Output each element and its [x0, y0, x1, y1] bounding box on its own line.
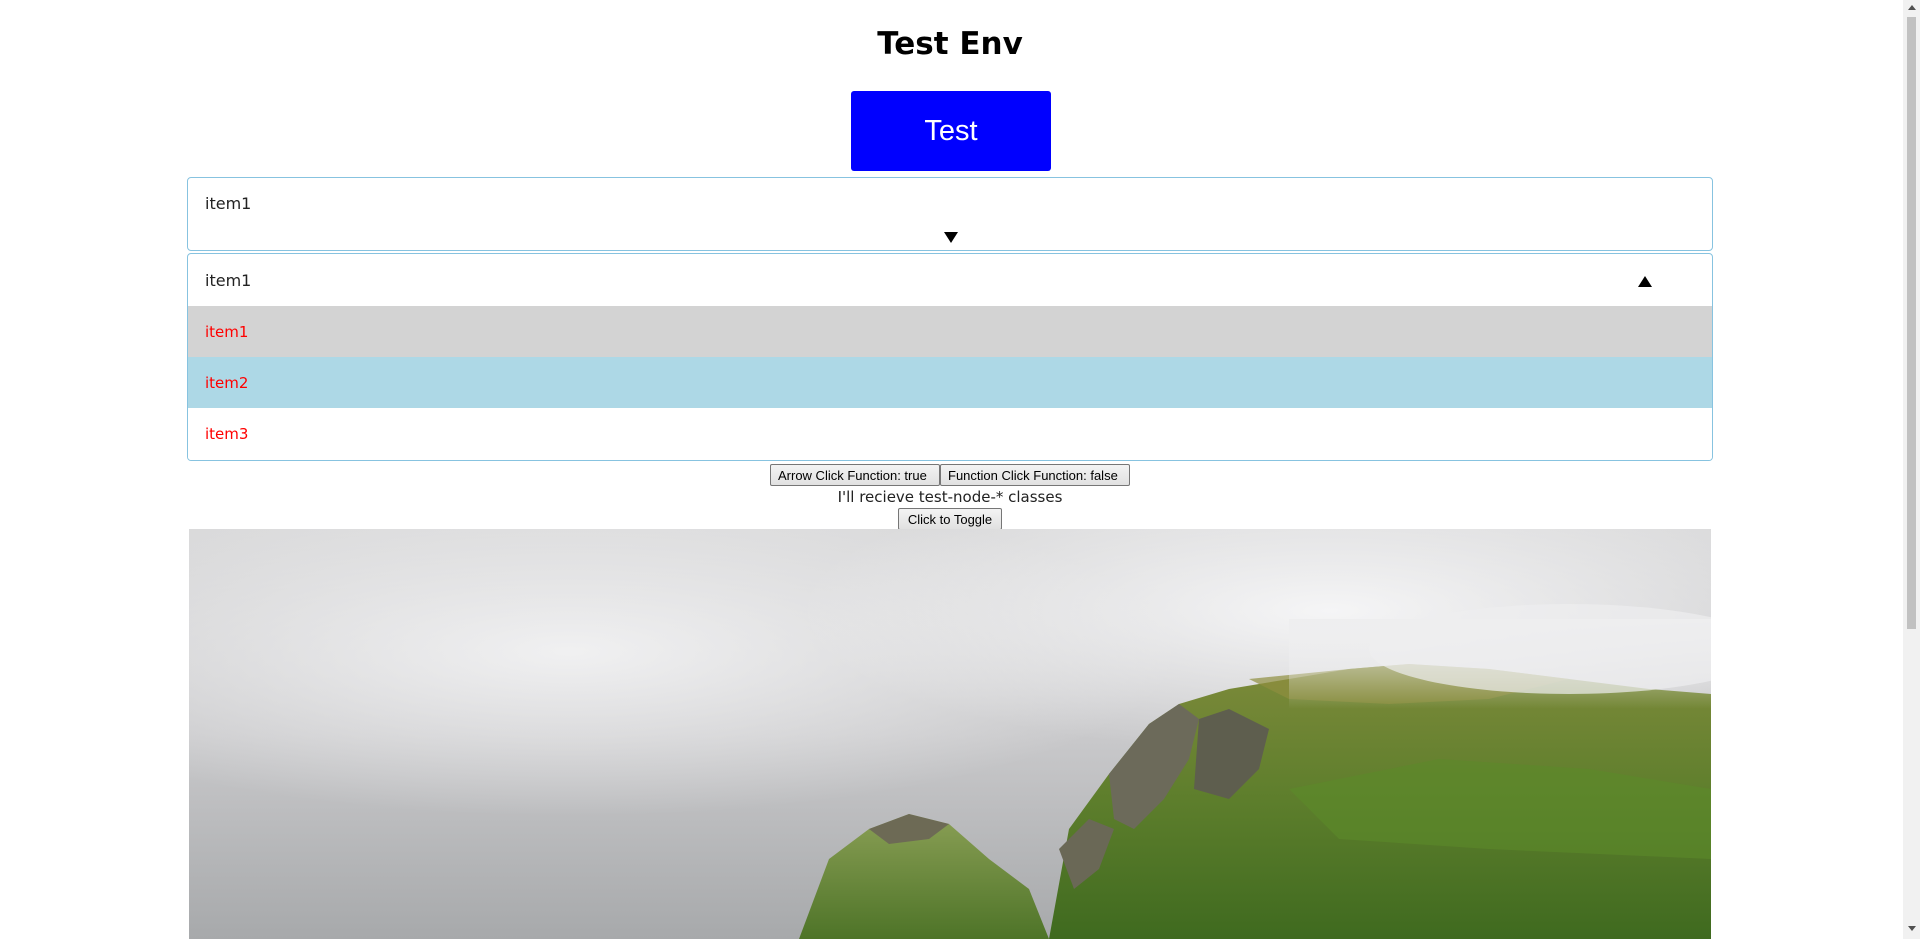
select-open[interactable]: item1 item1 item2 item3 [187, 253, 1713, 461]
landscape-image [189, 529, 1711, 939]
select-open-header[interactable]: item1 [188, 254, 1712, 306]
option-item2[interactable]: item2 [188, 357, 1712, 408]
test-node-info-text: I'll recieve test-node-* classes [837, 488, 1063, 506]
triangle-up-icon[interactable] [1638, 276, 1652, 287]
page: Test Env Test item1 item1 item1 item2 it… [0, 0, 1920, 939]
function-button-row: Arrow Click Function: true Function Clic… [770, 464, 1130, 486]
select-closed[interactable]: item1 [187, 177, 1713, 251]
arrow-click-function-button[interactable]: Arrow Click Function: true [770, 464, 940, 486]
option-item3[interactable]: item3 [188, 408, 1712, 460]
vertical-scrollbar[interactable] [1903, 0, 1920, 939]
scroll-down-icon[interactable] [1908, 926, 1916, 931]
function-click-function-button[interactable]: Function Click Function: false [940, 464, 1130, 486]
page-title: Test Env [877, 26, 1023, 62]
test-button[interactable]: Test [851, 91, 1051, 171]
scrollbar-thumb[interactable] [1907, 17, 1916, 629]
toggle-button[interactable]: Click to Toggle [898, 508, 1002, 530]
scroll-up-icon[interactable] [1908, 5, 1916, 10]
select-closed-value: item1 [205, 194, 252, 213]
option-item1[interactable]: item1 [188, 306, 1712, 357]
select-open-value: item1 [205, 271, 252, 290]
triangle-down-icon[interactable] [944, 232, 958, 243]
landscape-photo [189, 529, 1711, 939]
